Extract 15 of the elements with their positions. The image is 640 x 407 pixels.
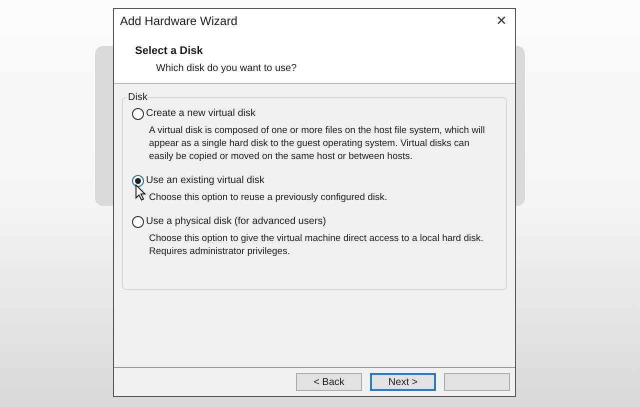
page-title: Select a Disk	[135, 44, 204, 59]
radio-button[interactable]	[132, 216, 144, 228]
close-button[interactable]: ✕	[496, 11, 507, 31]
dialog-button[interactable]: < Back	[296, 373, 362, 391]
page-subtitle: Which disk do you want to use?	[155, 62, 298, 76]
option-description: Choose this option to give the virtual machine direct access to a local hard disk. Requires administrator privileges.	[149, 232, 484, 258]
radio-button[interactable]	[132, 108, 144, 120]
window-title: Add Hardware Wizard	[120, 13, 238, 30]
dialog-button[interactable]: Next >	[370, 373, 436, 391]
radio-option[interactable]: Create a new virtual disk	[132, 106, 502, 121]
radio-option[interactable]: Use a physical disk (for advanced users)	[132, 214, 502, 229]
option-description: Choose this option to reuse a previously configured disk.	[149, 191, 388, 204]
radio-button[interactable]	[132, 174, 144, 186]
option-description: A virtual disk is composed of one or more files on the host file system, which will appear as a single hard disk to the guest operating system. Virtual disks can easily be copied or moved on the same host or between hosts.	[149, 124, 486, 163]
cursor-icon	[135, 184, 146, 201]
